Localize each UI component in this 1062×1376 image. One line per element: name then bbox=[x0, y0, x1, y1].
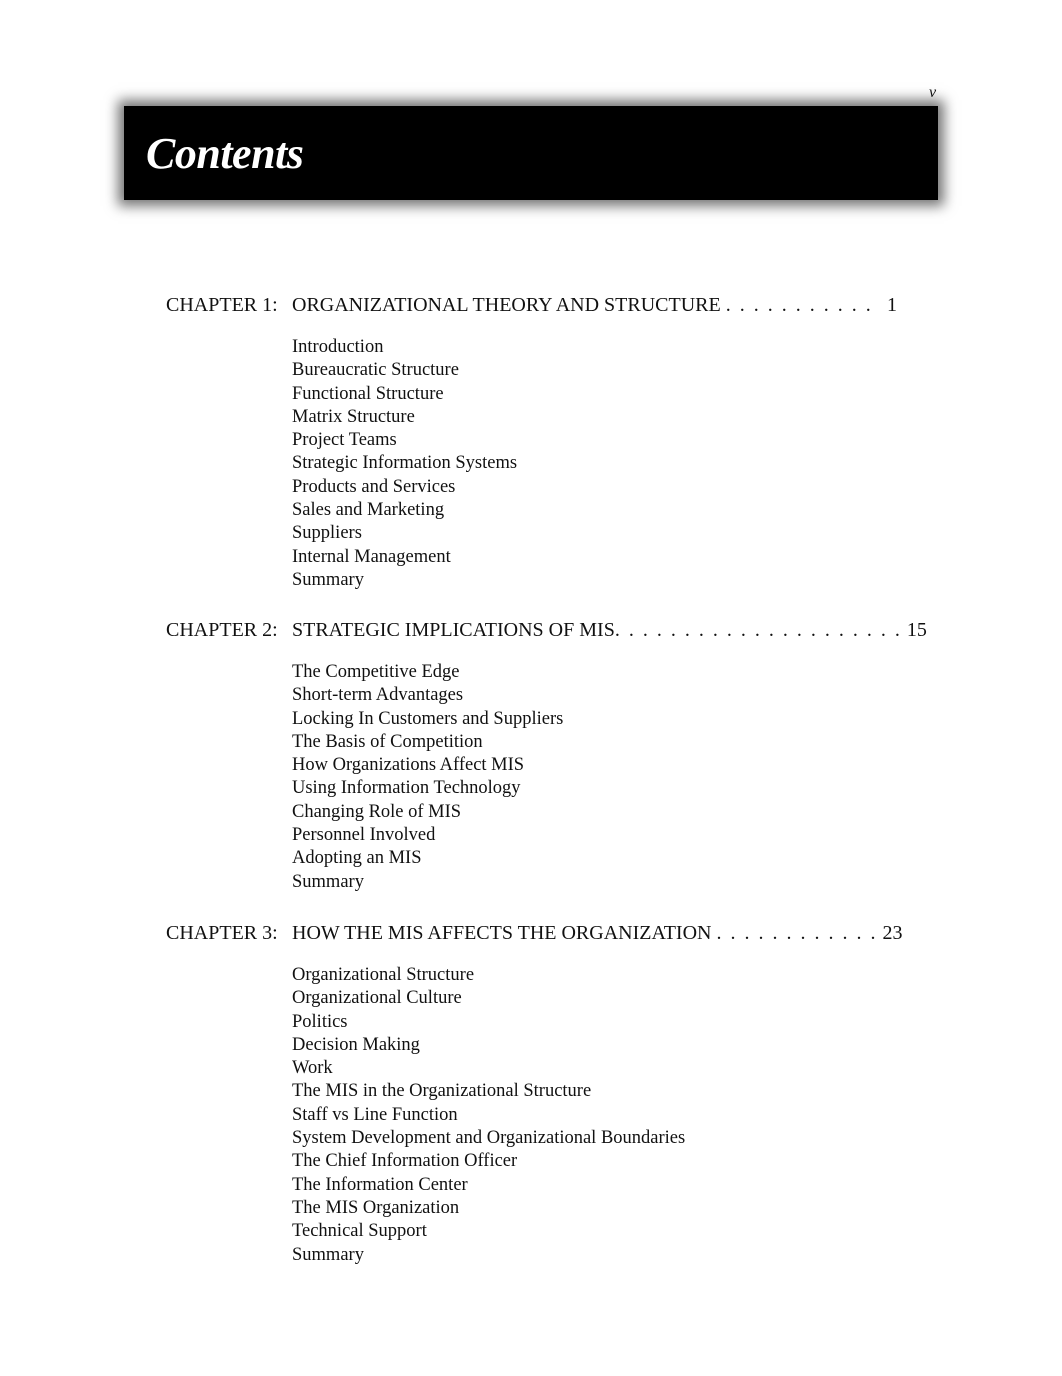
section-item[interactable]: Suppliers bbox=[292, 522, 517, 545]
section-item[interactable]: Organizational Culture bbox=[292, 987, 685, 1010]
section-item[interactable]: Personnel Involved bbox=[292, 824, 563, 847]
section-item[interactable]: Summary bbox=[292, 569, 517, 592]
contents-banner: Contents bbox=[124, 106, 938, 200]
chapter-1-sections: Introduction Bureaucratic Structure Func… bbox=[292, 336, 517, 592]
section-item[interactable]: Bureaucratic Structure bbox=[292, 359, 517, 382]
section-item[interactable]: The MIS Organization bbox=[292, 1197, 685, 1220]
chapter-label: CHAPTER 3: bbox=[166, 922, 278, 944]
section-item[interactable]: Work bbox=[292, 1057, 685, 1080]
chapter-3-sections: Organizational Structure Organizational … bbox=[292, 964, 685, 1267]
leader-dots: . . . . . . . . . . . bbox=[725, 294, 873, 316]
section-item[interactable]: Decision Making bbox=[292, 1034, 685, 1057]
leader-dots: . . . . . . . . . . . . . . . . . . . . … bbox=[614, 619, 902, 641]
chapter-page: 15 bbox=[906, 619, 927, 641]
chapter-2-entry[interactable]: CHAPTER 2: STRATEGIC IMPLICATIONS OF MIS.… bbox=[166, 619, 927, 642]
section-item[interactable]: Using Information Technology bbox=[292, 777, 563, 800]
chapter-title: STRATEGIC IMPLICATIONS OF MIS bbox=[292, 619, 615, 641]
section-item[interactable]: Summary bbox=[292, 871, 563, 894]
chapter-title: ORGANIZATIONAL THEORY AND STRUCTURE bbox=[292, 294, 721, 316]
section-item[interactable]: Products and Services bbox=[292, 476, 517, 499]
chapter-label: CHAPTER 2: bbox=[166, 619, 278, 641]
page-title: Contents bbox=[146, 129, 304, 178]
section-item[interactable]: The Chief Information Officer bbox=[292, 1150, 685, 1173]
section-item[interactable]: Introduction bbox=[292, 336, 517, 359]
chapter-label: CHAPTER 1: bbox=[166, 294, 278, 316]
section-item[interactable]: Politics bbox=[292, 1011, 685, 1034]
section-item[interactable]: The MIS in the Organizational Structure bbox=[292, 1080, 685, 1103]
chapter-1-entry[interactable]: CHAPTER 1: ORGANIZATIONAL THEORY AND STRU… bbox=[166, 294, 906, 317]
page-number: v bbox=[929, 84, 937, 101]
section-item[interactable]: Staff vs Line Function bbox=[292, 1104, 685, 1127]
section-item[interactable]: Summary bbox=[292, 1244, 685, 1267]
section-item[interactable]: System Development and Organizational Bo… bbox=[292, 1127, 685, 1150]
section-item[interactable]: Short-term Advantages bbox=[292, 684, 563, 707]
leader-dots: . . . . . . . . . . . . bbox=[716, 922, 878, 944]
section-item[interactable]: Locking In Customers and Suppliers bbox=[292, 708, 563, 731]
section-item[interactable]: Matrix Structure bbox=[292, 406, 517, 429]
section-item[interactable]: Sales and Marketing bbox=[292, 499, 517, 522]
section-item[interactable]: Technical Support bbox=[292, 1220, 685, 1243]
section-item[interactable]: Strategic Information Systems bbox=[292, 452, 517, 475]
chapter-3-entry[interactable]: CHAPTER 3: HOW THE MIS AFFECTS THE ORGANI… bbox=[166, 922, 906, 945]
section-item[interactable]: Adopting an MIS bbox=[292, 847, 563, 870]
section-item[interactable]: Organizational Structure bbox=[292, 964, 685, 987]
section-item[interactable]: Project Teams bbox=[292, 429, 517, 452]
chapter-page: 1 bbox=[887, 294, 897, 316]
chapter-page: 23 bbox=[882, 922, 903, 944]
chapter-2-sections: The Competitive Edge Short-term Advantag… bbox=[292, 661, 563, 894]
section-item[interactable]: Changing Role of MIS bbox=[292, 801, 563, 824]
section-item[interactable]: Functional Structure bbox=[292, 383, 517, 406]
section-item[interactable]: The Competitive Edge bbox=[292, 661, 563, 684]
section-item[interactable]: The Information Center bbox=[292, 1174, 685, 1197]
section-item[interactable]: Internal Management bbox=[292, 546, 517, 569]
section-item[interactable]: The Basis of Competition bbox=[292, 731, 563, 754]
chapter-title: HOW THE MIS AFFECTS THE ORGANIZATION bbox=[292, 922, 712, 944]
section-item[interactable]: How Organizations Affect MIS bbox=[292, 754, 563, 777]
